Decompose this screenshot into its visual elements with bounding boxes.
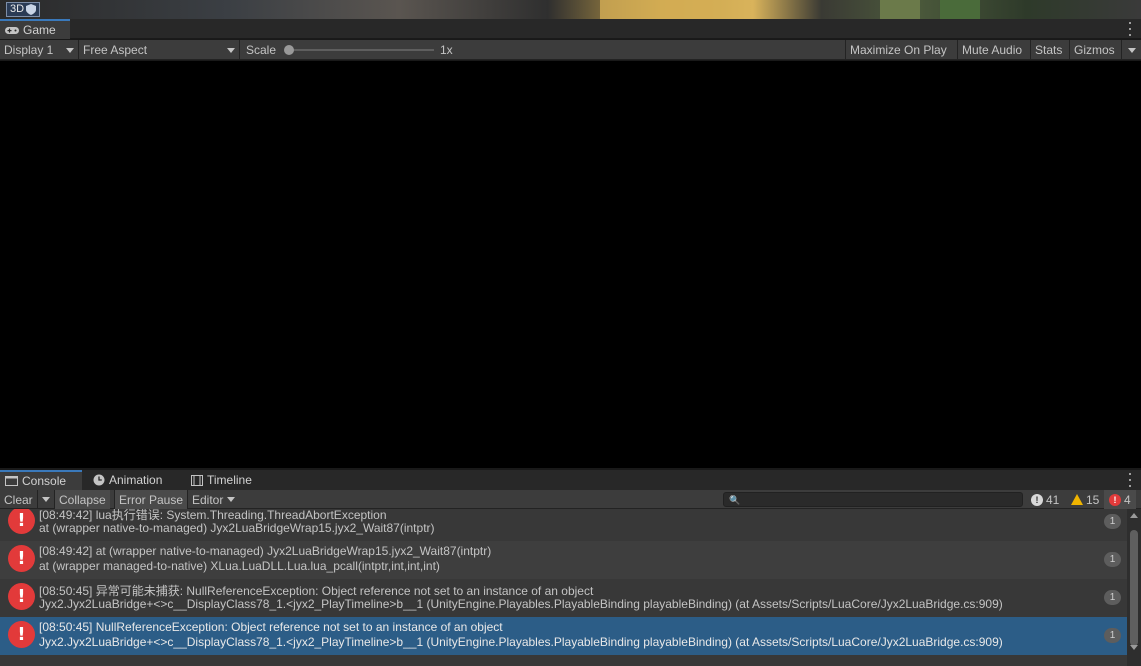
- log-message: [08:49:42] at (wrapper native-to-managed…: [39, 544, 492, 558]
- log-entry[interactable]: ! [08:50:45] 异常可能未捕获: NullReferenceExcep…: [0, 579, 1127, 617]
- scene-view-strip: 3D: [0, 0, 1141, 19]
- scene-2d3d-toggle[interactable]: 3D: [6, 2, 41, 17]
- gizmos-toggle[interactable]: Gizmos: [1070, 40, 1119, 60]
- scroll-up-icon[interactable]: [1130, 513, 1138, 518]
- log-count-badge: 1: [1104, 628, 1121, 643]
- console-log-list: ! [08:49:42] lua执行错误: System.Threading.T…: [0, 509, 1127, 666]
- scene-grass-tile: [940, 0, 980, 19]
- maximize-on-play-toggle[interactable]: Maximize On Play: [846, 40, 951, 60]
- error-count-toggle[interactable]: ! 4: [1104, 490, 1136, 509]
- log-message: [08:50:45] NullReferenceException: Objec…: [39, 620, 503, 634]
- toolbar-divider: [239, 40, 240, 60]
- scene-badge-label: 3D: [10, 3, 25, 15]
- chevron-down-icon: [227, 47, 235, 53]
- console-icon: [5, 476, 18, 486]
- game-panel-menu-icon[interactable]: [1127, 22, 1133, 36]
- chevron-down-icon: [227, 497, 236, 502]
- info-count-toggle[interactable]: ! 41: [1031, 490, 1059, 509]
- tab-console-label: Console: [22, 474, 67, 488]
- game-view-viewport[interactable]: [0, 61, 1141, 468]
- console-tab-bar: Console Animation Timeline: [0, 470, 1141, 490]
- log-stacktrace: Jyx2.Jyx2LuaBridge+<>c__DisplayClass78_1…: [39, 635, 1003, 649]
- console-toolbar: Clear Collapse Error Pause Editor 🔍 ! 41…: [0, 490, 1141, 509]
- log-list-scrollbar[interactable]: [1127, 509, 1141, 666]
- game-tab-bar: Game: [0, 19, 1141, 39]
- mute-audio-toggle[interactable]: Mute Audio: [958, 40, 1026, 60]
- aspect-dropdown[interactable]: Free Aspect: [79, 40, 239, 60]
- clear-button[interactable]: Clear: [0, 490, 37, 509]
- editor-dropdown[interactable]: Editor: [188, 490, 239, 509]
- display-dropdown-label: Display 1: [4, 43, 54, 57]
- tab-timeline-label: Timeline: [207, 473, 252, 487]
- tab-console[interactable]: Console: [0, 470, 82, 490]
- search-icon: 🔍: [729, 495, 741, 505]
- error-icon: !: [8, 545, 35, 572]
- scene-grass-tile: [880, 0, 920, 19]
- log-stacktrace: at (wrapper managed-to-native) XLua.LuaD…: [39, 559, 440, 573]
- clear-options-dropdown[interactable]: [38, 490, 54, 509]
- chevron-down-icon: [66, 47, 74, 53]
- warning-count-toggle[interactable]: 15: [1071, 490, 1099, 509]
- tab-game-label: Game: [23, 23, 56, 37]
- console-search-input[interactable]: 🔍: [723, 492, 1023, 507]
- scrollbar-thumb[interactable]: [1130, 530, 1138, 646]
- clock-icon: [93, 474, 105, 486]
- error-icon: !: [8, 583, 35, 610]
- editor-dropdown-label: Editor: [192, 492, 224, 507]
- error-count-value: 4: [1124, 492, 1131, 507]
- error-icon: !: [8, 621, 35, 648]
- scale-value: 1x: [440, 43, 453, 57]
- scale-label: Scale: [246, 43, 277, 57]
- error-icon: !: [8, 509, 35, 534]
- log-count-badge: 1: [1104, 552, 1121, 567]
- film-strip-icon: [191, 474, 203, 486]
- gizmos-dropdown[interactable]: [1122, 40, 1141, 60]
- tab-game[interactable]: Game: [0, 19, 70, 39]
- scene-floor-tile: [600, 0, 720, 19]
- stats-toggle[interactable]: Stats: [1031, 40, 1066, 60]
- info-icon: !: [1031, 493, 1043, 506]
- aspect-dropdown-label: Free Aspect: [83, 43, 148, 57]
- warning-count-value: 15: [1086, 492, 1100, 507]
- error-pause-toggle[interactable]: Error Pause: [115, 490, 188, 509]
- info-count-value: 41: [1046, 492, 1060, 507]
- scale-slider-thumb[interactable]: [284, 45, 294, 55]
- chevron-down-icon: [42, 497, 50, 502]
- warning-icon: [1071, 494, 1083, 505]
- collapse-toggle[interactable]: Collapse: [55, 490, 110, 509]
- log-stacktrace: at (wrapper native-to-managed) Jyx2LuaBr…: [39, 521, 435, 535]
- game-toolbar: Display 1 Free Aspect Scale 1x Maximize …: [0, 40, 1141, 60]
- log-entry-selected[interactable]: ! [08:50:45] NullReferenceException: Obj…: [0, 617, 1127, 655]
- log-entry[interactable]: ! [08:49:42] lua执行错误: System.Threading.T…: [0, 509, 1127, 541]
- error-icon: !: [1109, 493, 1121, 506]
- log-count-badge: 1: [1104, 590, 1121, 605]
- scale-slider-track[interactable]: [288, 49, 434, 51]
- console-panel-menu-icon[interactable]: [1127, 473, 1133, 487]
- log-entry[interactable]: ! [08:49:42] at (wrapper native-to-manag…: [0, 541, 1127, 579]
- gamepad-icon: [5, 27, 19, 34]
- shield-icon: [26, 4, 37, 15]
- log-stacktrace: Jyx2.Jyx2LuaBridge+<>c__DisplayClass78_1…: [39, 597, 1003, 611]
- tab-animation-label: Animation: [109, 473, 163, 487]
- scroll-down-icon[interactable]: [1130, 645, 1138, 650]
- display-dropdown[interactable]: Display 1: [0, 40, 78, 60]
- tab-animation[interactable]: Animation: [88, 470, 170, 490]
- tab-timeline[interactable]: Timeline: [186, 470, 260, 490]
- chevron-down-icon: [1127, 47, 1136, 53]
- log-count-badge: 1: [1104, 514, 1121, 529]
